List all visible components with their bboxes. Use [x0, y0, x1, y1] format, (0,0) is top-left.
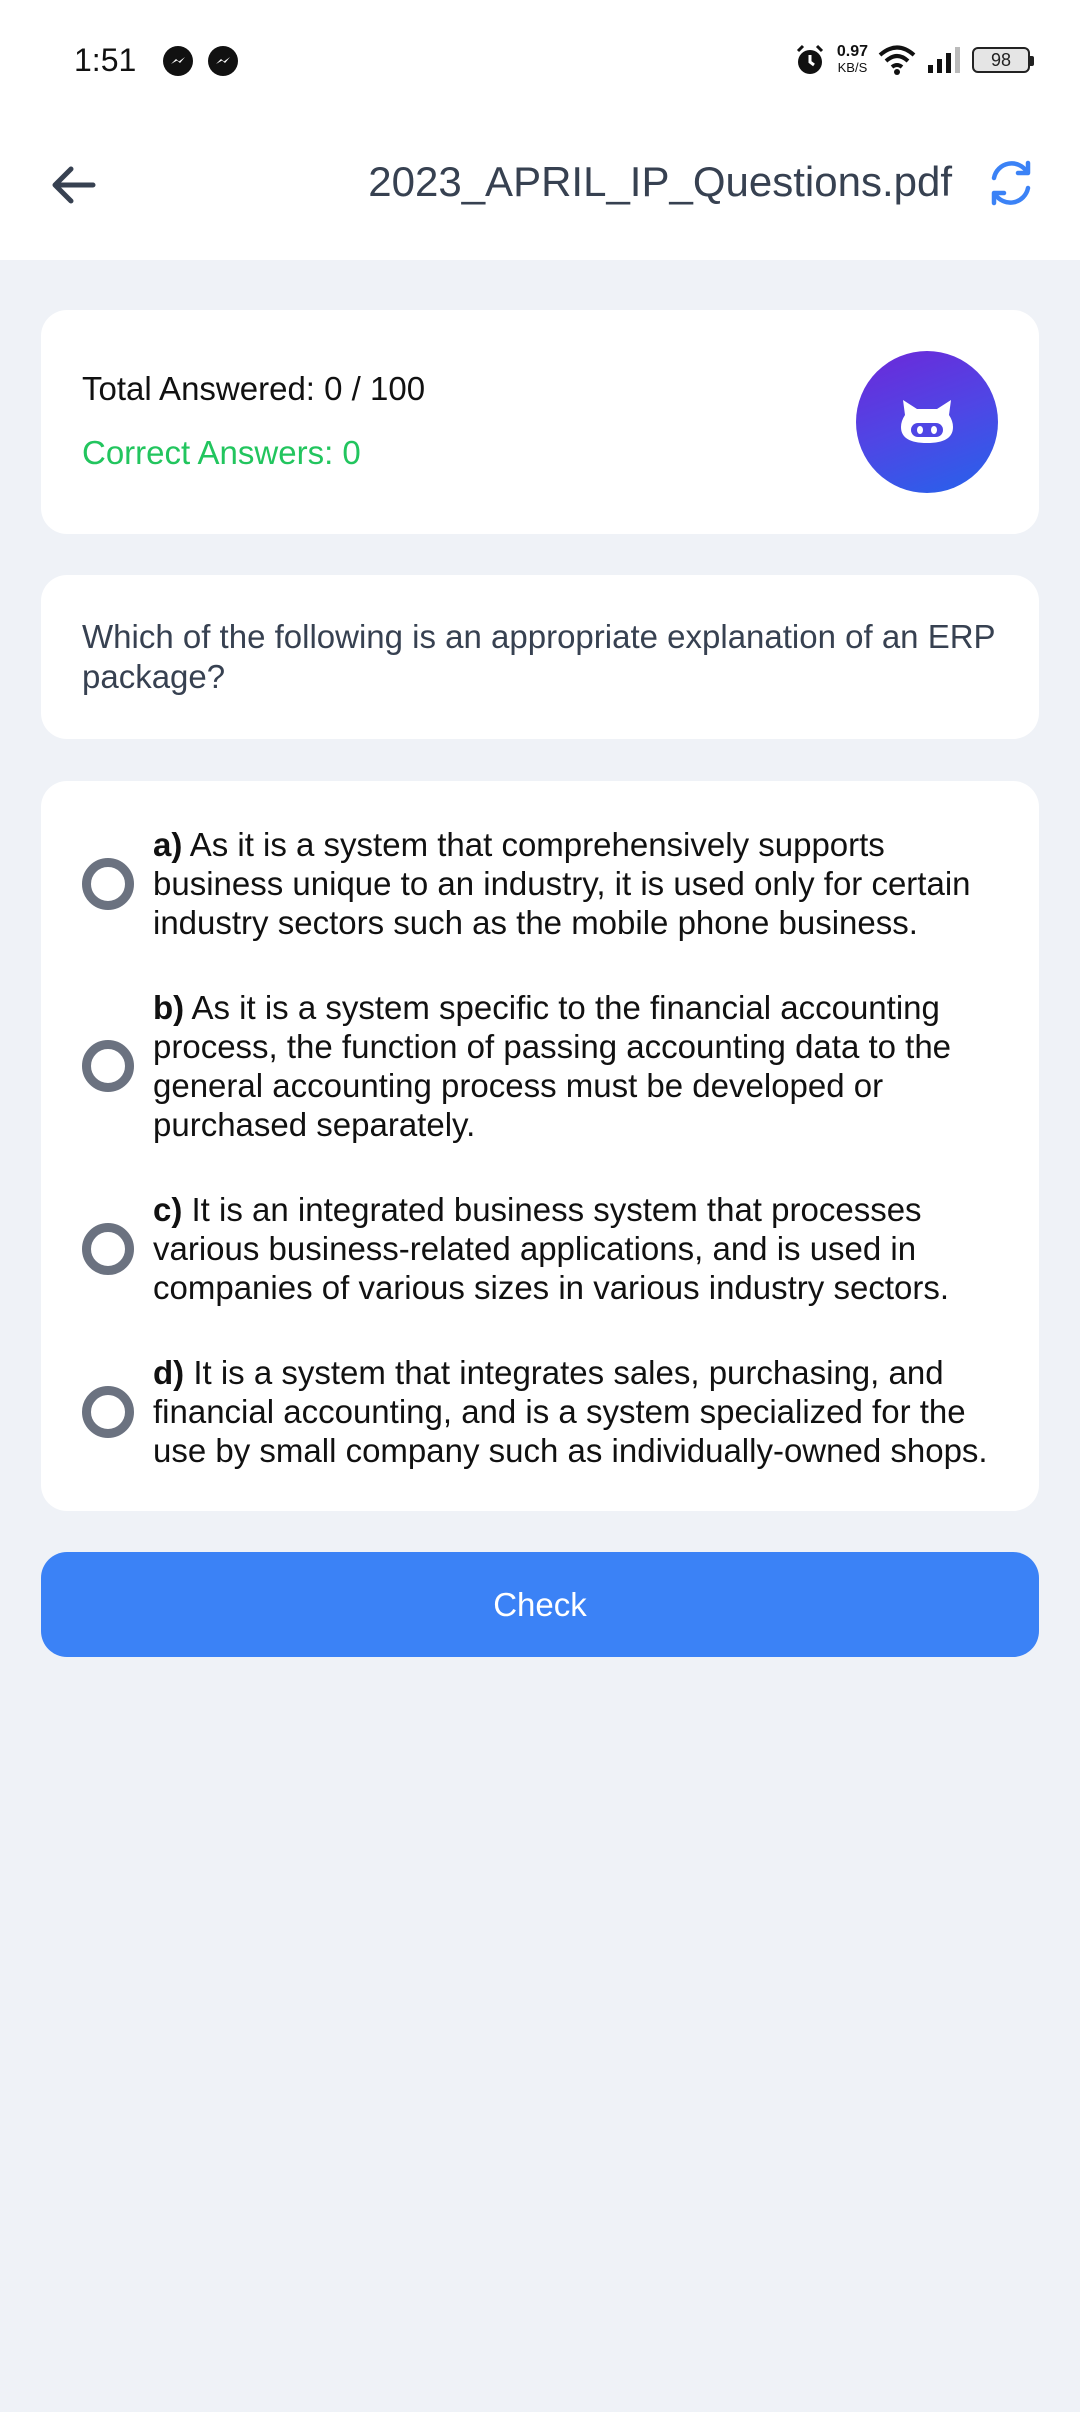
option-label: As it is a system that comprehensively s…	[153, 826, 971, 941]
arrow-left-icon	[52, 166, 96, 204]
status-bar: 1:51 0.97 KB/S 98	[0, 0, 1080, 126]
option-b[interactable]: b) As it is a system specific to the fin…	[82, 988, 998, 1144]
wifi-icon	[878, 45, 916, 75]
bot-icon	[901, 400, 953, 443]
option-d[interactable]: d) It is a system that integrates sales,…	[82, 1353, 998, 1470]
refresh-button[interactable]	[976, 148, 1046, 218]
options-card: a) As it is a system that comprehensivel…	[41, 781, 1039, 1511]
app-header: 2023_APRIL_IP_Questions.pdf	[0, 126, 1080, 260]
question-text: Which of the following is an appropriate…	[82, 618, 995, 695]
battery-icon: 98	[972, 47, 1034, 73]
option-c[interactable]: c) It is an integrated business system t…	[82, 1190, 998, 1307]
option-letter: c)	[153, 1191, 183, 1228]
question-card: Which of the following is an appropriate…	[41, 575, 1039, 739]
option-c-text: c) It is an integrated business system t…	[153, 1190, 998, 1307]
refresh-icon	[991, 160, 1031, 206]
option-b-text: b) As it is a system specific to the fin…	[153, 988, 998, 1144]
option-label: As it is a system specific to the financ…	[153, 989, 952, 1143]
radio-button-d[interactable]	[82, 1385, 134, 1438]
page-title: 2023_APRIL_IP_Questions.pdf	[368, 158, 952, 205]
correct-answers: Correct Answers: 0	[82, 434, 361, 471]
check-button[interactable]: Check	[41, 1552, 1039, 1657]
status-indicators: 0.97 KB/S 98	[793, 40, 1034, 80]
option-letter: a)	[153, 826, 183, 863]
network-speed-value: 0.97	[836, 43, 868, 60]
bot-avatar[interactable]	[856, 351, 998, 493]
option-a-text: a) As it is a system that comprehensivel…	[153, 825, 998, 942]
radio-button-b[interactable]	[82, 1040, 134, 1092]
messenger-icon	[208, 46, 238, 76]
network-speed: 0.97 KB/S	[837, 44, 868, 76]
back-button[interactable]	[38, 150, 108, 220]
option-letter: d)	[153, 1354, 185, 1391]
messenger-icon	[163, 46, 193, 76]
network-speed-unit: KB/S	[837, 60, 868, 75]
status-time: 1:51	[74, 42, 137, 78]
option-letter: b)	[153, 989, 185, 1026]
score-card: Total Answered: 0 / 100 Correct Answers:…	[41, 310, 1039, 534]
signal-icon	[928, 47, 960, 73]
radio-button-c[interactable]	[82, 1222, 134, 1275]
option-label: It is an integrated business system that…	[153, 1191, 949, 1306]
option-label: It is a system that integrates sales, pu…	[153, 1354, 988, 1469]
alarm-icon	[796, 44, 823, 74]
radio-button-a[interactable]	[82, 857, 134, 910]
total-answered: Total Answered: 0 / 100	[82, 370, 426, 407]
option-d-text: d) It is a system that integrates sales,…	[153, 1353, 998, 1470]
option-a[interactable]: a) As it is a system that comprehensivel…	[82, 825, 998, 942]
